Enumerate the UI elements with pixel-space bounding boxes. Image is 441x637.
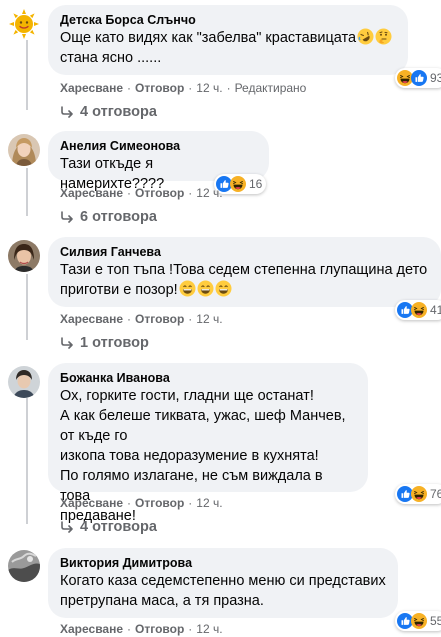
reply-arrow-icon (61, 521, 73, 533)
reaction-count: 41 (430, 303, 441, 317)
like-link[interactable]: Харесване (60, 496, 123, 510)
comment-author[interactable]: Божанка Иванова (60, 370, 356, 386)
replies-count: 4 отговора (80, 104, 157, 120)
reaction-count: 55 (430, 614, 441, 628)
reaction-count: 93 (430, 71, 441, 85)
comment-author[interactable]: Анелия Симеонова (60, 138, 257, 154)
grinning-emoji-icon (196, 280, 214, 297)
view-replies-link[interactable]: 1 отговор (60, 333, 149, 353)
timestamp[interactable]: 12 ч. (196, 622, 222, 636)
comment-bubble[interactable]: Божанка Иванова Ох, горките гости, гладн… (48, 363, 368, 524)
comment-text: Още като видях как "забелва" краставицат… (60, 28, 396, 68)
comment-text: Тази е топ тъпа !Това седем степенна глу… (60, 262, 428, 298)
haha-reaction-icon (411, 613, 427, 629)
grinning-emoji-icon (178, 280, 196, 297)
comment-actions: Харесване · Отговор · 12 ч. (60, 496, 223, 510)
view-replies-link[interactable]: 4 отговора (60, 102, 157, 122)
rofl-emoji-icon (357, 28, 375, 45)
replies-count: 6 отговора (80, 209, 157, 225)
reply-link[interactable]: Отговор (135, 81, 184, 95)
replies-count: 4 отговора (80, 519, 157, 535)
view-replies-link[interactable]: 4 отговора (60, 517, 157, 537)
timestamp[interactable]: 12 ч. (196, 81, 222, 95)
reply-arrow-icon (61, 337, 73, 349)
reaction-summary[interactable]: 76 (395, 484, 441, 504)
comment-author[interactable]: Виктория Димитрова (60, 555, 386, 571)
comment-actions: Харесване · Отговор · 12 ч. (60, 622, 223, 636)
haha-reaction-icon (230, 176, 246, 192)
comment-actions: Харесване · Отговор · 12 ч. (60, 312, 223, 326)
timestamp[interactable]: 12 ч. (196, 312, 222, 326)
timestamp[interactable]: 12 ч. (196, 186, 222, 200)
like-link[interactable]: Харесване (60, 81, 123, 95)
like-link[interactable]: Харесване (60, 622, 123, 636)
avatar[interactable] (8, 240, 40, 272)
avatar[interactable] (8, 8, 40, 40)
like-reaction-icon (411, 70, 427, 86)
like-link[interactable]: Харесване (60, 312, 123, 326)
reply-arrow-icon (61, 211, 73, 223)
like-link[interactable]: Харесване (60, 186, 123, 200)
avatar[interactable] (8, 366, 40, 398)
reply-link[interactable]: Отговор (135, 496, 184, 510)
reaction-count: 16 (249, 177, 263, 191)
replies-count: 1 отговор (80, 335, 149, 351)
view-replies-link[interactable]: 6 отговора (60, 207, 157, 227)
grinning-emoji-icon (214, 280, 232, 297)
reaction-summary[interactable]: 93 (395, 68, 441, 88)
reaction-count: 76 (430, 487, 441, 501)
timestamp[interactable]: 12 ч. (196, 496, 222, 510)
thread-line (26, 40, 28, 110)
reply-link[interactable]: Отговор (135, 622, 184, 636)
comment-author[interactable]: Детска Борса Слънчо (60, 12, 396, 28)
comment-actions: Харесване · Отговор · 12 ч. (60, 186, 223, 200)
comment-bubble[interactable]: Виктория Димитрова Когато каза седемстеп… (48, 548, 398, 618)
reply-link[interactable]: Отговор (135, 312, 184, 326)
comment-author[interactable]: Силвия Ганчева (60, 244, 429, 260)
avatar[interactable] (8, 550, 40, 582)
thread-line (26, 274, 28, 340)
reaction-summary[interactable]: 55 (395, 611, 441, 631)
haha-reaction-icon (411, 302, 427, 318)
haha-reaction-icon (411, 486, 427, 502)
reaction-summary[interactable]: 41 (395, 300, 441, 320)
comment-bubble[interactable]: Силвия Ганчева Тази е топ тъпа !Това сед… (48, 237, 441, 307)
edited-label: Редактирано (234, 81, 307, 95)
reply-arrow-icon (61, 106, 73, 118)
thinking-emoji-icon (375, 28, 393, 45)
thread-line (26, 398, 28, 524)
comment-bubble[interactable]: Детска Борса Слънчо Още като видях как "… (48, 5, 408, 75)
reply-link[interactable]: Отговор (135, 186, 184, 200)
comment-actions: Харесване · Отговор · 12 ч. · Редактирано (60, 81, 307, 95)
avatar[interactable] (8, 134, 40, 166)
comment-text: Когато каза седемстепенно меню си предст… (60, 573, 386, 609)
thread-line (26, 168, 28, 216)
